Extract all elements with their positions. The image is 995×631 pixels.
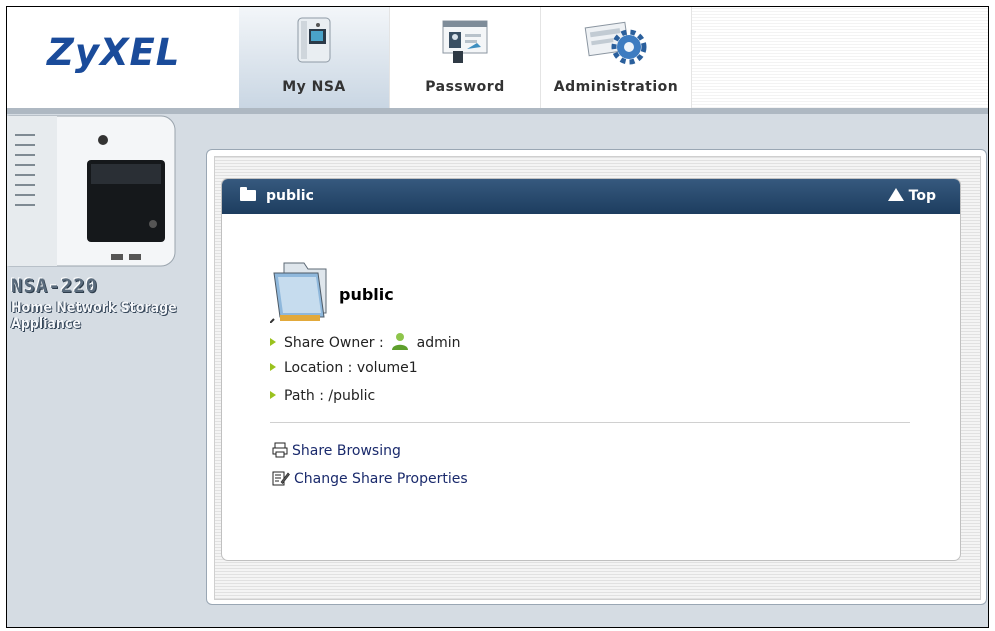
tab-my-nsa-label: My NSA xyxy=(282,79,346,95)
header: ZyXEL My NSA Password Administration xyxy=(7,7,988,109)
change-share-properties-link[interactable]: Change Share Properties xyxy=(272,470,468,487)
main-nav: My NSA Password Administration xyxy=(239,7,692,108)
nsa-model-name: NSA-220 xyxy=(11,275,99,297)
password-card-icon xyxy=(437,15,493,71)
share-card: public Top public Share Owner : admin Lo… xyxy=(221,178,961,561)
user-icon xyxy=(392,333,409,350)
zyxel-logo: ZyXEL xyxy=(47,31,181,74)
folder-icon xyxy=(240,187,256,201)
bullet-arrow-icon xyxy=(270,391,276,399)
share-browsing-link[interactable]: Share Browsing xyxy=(272,442,401,459)
tab-password[interactable]: Password xyxy=(390,7,541,108)
share-card-header: public Top xyxy=(222,179,960,214)
tab-administration-label: Administration xyxy=(553,79,679,95)
nsa-description: Home Network Storage Appliance xyxy=(11,300,177,332)
divider xyxy=(270,422,910,423)
logo-area: ZyXEL xyxy=(7,7,239,108)
location-row: Location : volume1 xyxy=(270,360,418,376)
triangle-up-icon xyxy=(887,188,904,201)
owner-label: Share Owner : xyxy=(284,335,384,351)
share-name: public xyxy=(339,285,394,304)
bullet-arrow-icon xyxy=(270,338,276,346)
path-row: Path : /public xyxy=(270,388,375,404)
edit-icon xyxy=(272,471,290,486)
path-text: Path : /public xyxy=(284,388,376,404)
printer-icon xyxy=(272,442,288,458)
owner-value: admin xyxy=(416,335,461,351)
share-owner-row: Share Owner : admin xyxy=(270,332,461,351)
share-card-title: public xyxy=(266,188,314,204)
share-folder-icon xyxy=(269,257,332,327)
share-browsing-label: Share Browsing xyxy=(292,443,401,459)
change-share-properties-label: Change Share Properties xyxy=(294,471,468,487)
tab-administration[interactable]: Administration xyxy=(541,7,692,108)
nsa-device-icon xyxy=(293,15,335,71)
location-text: Location : volume1 xyxy=(284,360,418,376)
bullet-arrow-icon xyxy=(270,363,276,371)
top-label: Top xyxy=(908,188,936,204)
top-link[interactable]: Top xyxy=(887,188,936,204)
tab-my-nsa[interactable]: My NSA xyxy=(239,7,390,108)
administration-gear-icon xyxy=(581,15,651,71)
tab-password-label: Password xyxy=(425,79,505,95)
